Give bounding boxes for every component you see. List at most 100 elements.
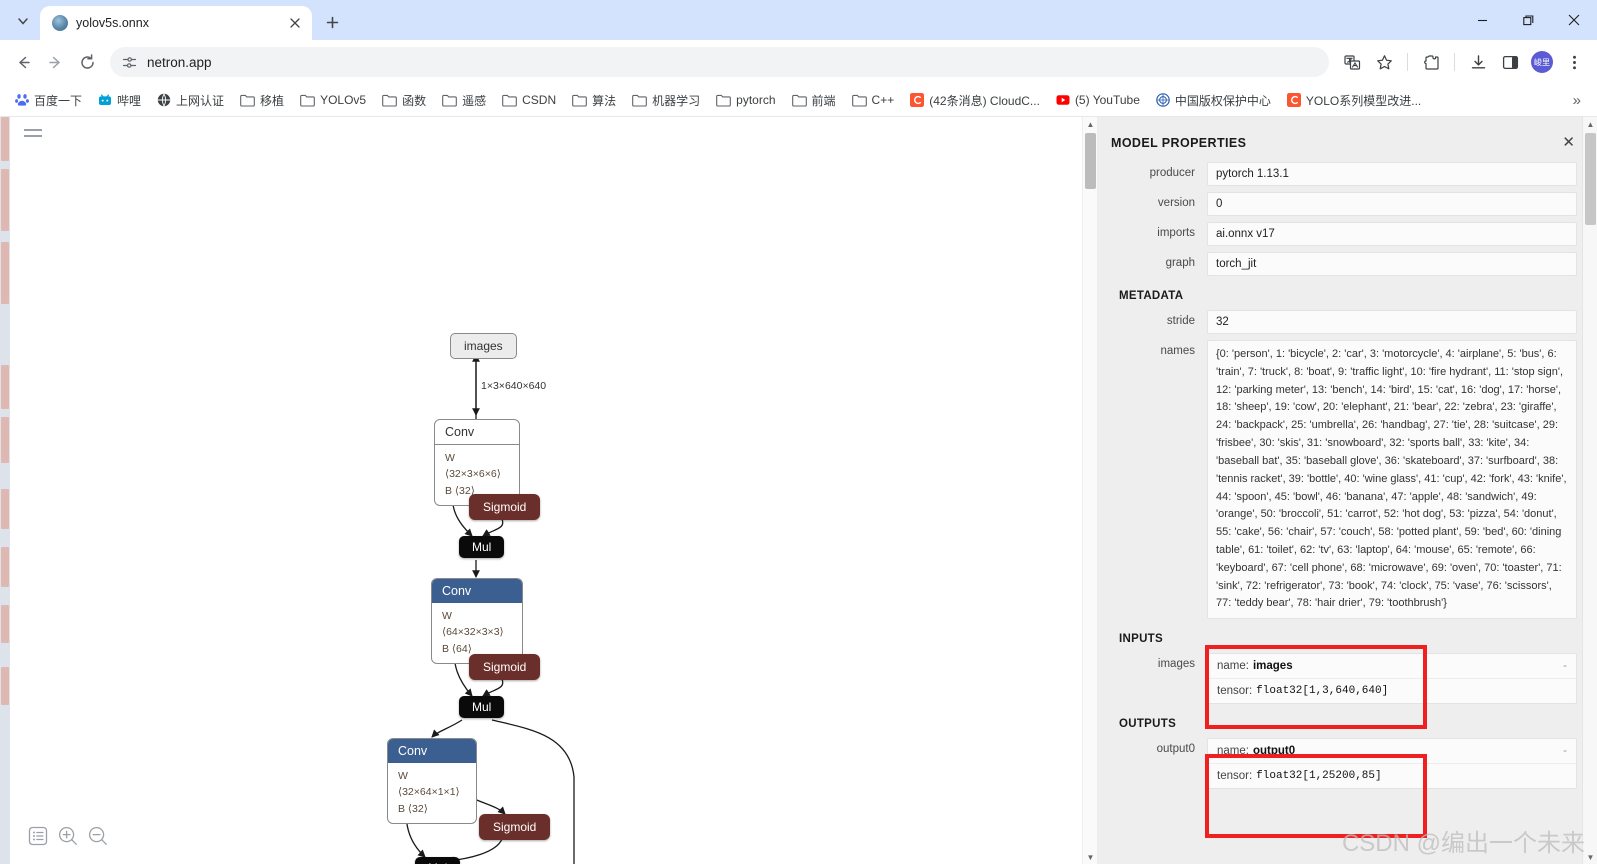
- browser-window: yolov5s.onnx netron.app 峻里 百度一下 哔哩 上网认证 …: [0, 0, 1597, 864]
- tensor-value: float32[1,3,640,640]: [1256, 685, 1389, 698]
- graph-node-mul-3[interactable]: Mul: [415, 857, 461, 864]
- panel-close-button[interactable]: ✕: [1558, 133, 1579, 152]
- scroll-up-arrow[interactable]: ▲: [1083, 117, 1098, 131]
- bookmark-label: 函数: [402, 93, 427, 108]
- property-value[interactable]: 32: [1207, 310, 1577, 334]
- graph-node-conv-2[interactable]: Conv W ⟨64×32×3×3⟩ B ⟨64⟩: [431, 578, 523, 664]
- bookmark-label: CSDN: [522, 93, 557, 107]
- translate-button[interactable]: [1337, 47, 1367, 77]
- property-key: producer: [1149, 167, 1195, 179]
- side-panel-button[interactable]: [1495, 47, 1525, 77]
- node-attr-w: W ⟨64×32×3×3⟩: [442, 610, 504, 639]
- graph-node-mul-2[interactable]: Mul: [459, 696, 505, 718]
- folder-icon: [716, 94, 732, 107]
- bookmark-item[interactable]: 中国版权保护中心: [1149, 89, 1278, 112]
- close-icon: [1568, 14, 1580, 26]
- bookmark-item[interactable]: (5) YouTube: [1049, 90, 1147, 110]
- bookmark-star-button[interactable]: [1369, 47, 1399, 77]
- three-dot-menu-icon: [1572, 55, 1576, 69]
- bookmark-item[interactable]: 机器学习: [625, 89, 707, 112]
- bookmark-item[interactable]: YOLOv5: [293, 90, 373, 110]
- properties-icon[interactable]: [28, 826, 48, 846]
- extensions-button[interactable]: [1416, 47, 1446, 77]
- maximize-icon: [1522, 14, 1533, 25]
- bookmark-label: (5) YouTube: [1074, 93, 1140, 107]
- back-arrow-icon: [18, 56, 30, 68]
- close-window-button[interactable]: [1551, 0, 1597, 40]
- property-value[interactable]: {0: 'person', 1: 'bicycle', 2: 'car', 3:…: [1207, 340, 1577, 620]
- node-title: Conv: [435, 420, 519, 445]
- bookmark-item[interactable]: YOLO系列模型改进...: [1280, 89, 1428, 112]
- tensor-label: tensor:: [1217, 770, 1253, 783]
- downloads-button[interactable]: [1463, 47, 1493, 77]
- panel-scrollbar-thumb[interactable]: [1585, 133, 1596, 225]
- bookmark-item[interactable]: C++: [845, 90, 902, 110]
- output-row: output0 name: output0- tensor: float32[1,252…: [1111, 738, 1577, 790]
- bookmark-item[interactable]: 算法: [565, 89, 623, 112]
- chrome-menu-button[interactable]: [1559, 47, 1589, 77]
- bookmark-item[interactable]: 上网认证: [150, 89, 231, 112]
- graph-node-sigmoid-3[interactable]: Sigmoid: [479, 814, 551, 840]
- bookmark-item[interactable]: pytorch: [709, 90, 782, 110]
- property-value[interactable]: 0: [1207, 192, 1577, 216]
- bookmarks-overflow-button[interactable]: »: [1565, 90, 1589, 111]
- zoom-out-icon[interactable]: [88, 826, 108, 846]
- property-value[interactable]: torch_jit: [1207, 252, 1577, 276]
- canvas-scrollbar-thumb[interactable]: [1085, 133, 1096, 189]
- property-value[interactable]: pytorch 1.13.1: [1207, 162, 1577, 186]
- bookmark-label: 百度一下: [34, 93, 83, 108]
- graph-node-sigmoid-1[interactable]: Sigmoid: [469, 494, 541, 520]
- outputs-section-title: OUTPUTS: [1119, 718, 1177, 731]
- maximize-button[interactable]: [1505, 0, 1551, 40]
- browser-tab[interactable]: yolov5s.onnx: [40, 6, 312, 40]
- graph-node-sigmoid-2[interactable]: Sigmoid: [469, 654, 541, 680]
- bookmark-label: (42条消息) CloudC...: [929, 93, 1040, 108]
- property-key: version: [1157, 197, 1195, 209]
- reload-button[interactable]: [72, 47, 102, 77]
- zoom-in-icon[interactable]: [58, 826, 78, 846]
- back-button[interactable]: [8, 47, 38, 77]
- forward-button[interactable]: [40, 47, 70, 77]
- canvas-toolbar: [28, 826, 108, 846]
- model-property-row: graph torch_jit: [1111, 252, 1577, 276]
- panel-scroll-down-arrow[interactable]: ▼: [1583, 850, 1597, 864]
- profile-avatar[interactable]: 峻里: [1531, 51, 1553, 73]
- node-attr-b: B ⟨32⟩: [398, 802, 428, 815]
- panel-vertical-scrollbar[interactable]: ▲ ▼: [1582, 117, 1597, 864]
- node-title: Conv: [432, 579, 522, 603]
- property-value[interactable]: ai.onnx v17: [1207, 222, 1577, 246]
- output-details[interactable]: name: output0 - tensor: float32[1,25200,85]: [1207, 738, 1577, 790]
- graph-node-conv-1[interactable]: Conv W ⟨32×3×6×6⟩ B ⟨32⟩: [434, 419, 520, 506]
- graph-node-images[interactable]: images: [450, 333, 517, 359]
- bookmark-item[interactable]: CSDN: [495, 90, 563, 110]
- graph-menu-button[interactable]: [24, 129, 42, 141]
- graph-node-conv-3[interactable]: Conv W ⟨32×64×1×1⟩ B ⟨32⟩: [387, 738, 477, 824]
- node-label: images: [464, 339, 503, 353]
- scroll-down-arrow[interactable]: ▼: [1083, 850, 1098, 864]
- zoom-out-magnifier-icon: [88, 826, 107, 845]
- bookmark-item[interactable]: 遥感: [435, 89, 493, 112]
- address-bar[interactable]: netron.app: [110, 47, 1329, 77]
- bookmark-item[interactable]: 前端: [785, 89, 843, 112]
- folder-icon: [442, 94, 457, 107]
- input-key: images: [1157, 658, 1195, 671]
- model-properties-panel: MODEL PROPERTIES ✕ producer pytorch 1.13.…: [1097, 117, 1597, 864]
- graph-node-mul-1[interactable]: Mul: [459, 536, 505, 558]
- tab-search-button[interactable]: [8, 6, 38, 36]
- bookmark-item[interactable]: 移植: [233, 89, 291, 112]
- netron-graph-canvas[interactable]: images 1×3×640×640 Conv W ⟨32×3×6×6⟩ B ⟨…: [10, 117, 1082, 864]
- canvas-vertical-scrollbar[interactable]: ▲ ▼: [1082, 117, 1097, 864]
- tab-close-button[interactable]: [286, 14, 304, 32]
- youtube-icon: [1056, 95, 1070, 105]
- metadata-section-title: METADATA: [1119, 290, 1184, 302]
- name-value: output0: [1252, 745, 1296, 758]
- bookmark-item[interactable]: (42条消息) CloudC...: [903, 89, 1047, 112]
- minimize-button[interactable]: [1459, 0, 1505, 40]
- new-tab-button[interactable]: [318, 8, 346, 36]
- bookmark-item[interactable]: 函数: [375, 89, 433, 112]
- panel-scroll-up-arrow[interactable]: ▲: [1583, 117, 1597, 131]
- bookmark-item[interactable]: 哔哩: [91, 89, 148, 112]
- input-details[interactable]: name: images - tensor: float32[1,3,640,640]: [1207, 653, 1577, 705]
- bookmark-item[interactable]: 百度一下: [8, 89, 89, 112]
- panel-title: MODEL PROPERTIES: [1111, 135, 1247, 150]
